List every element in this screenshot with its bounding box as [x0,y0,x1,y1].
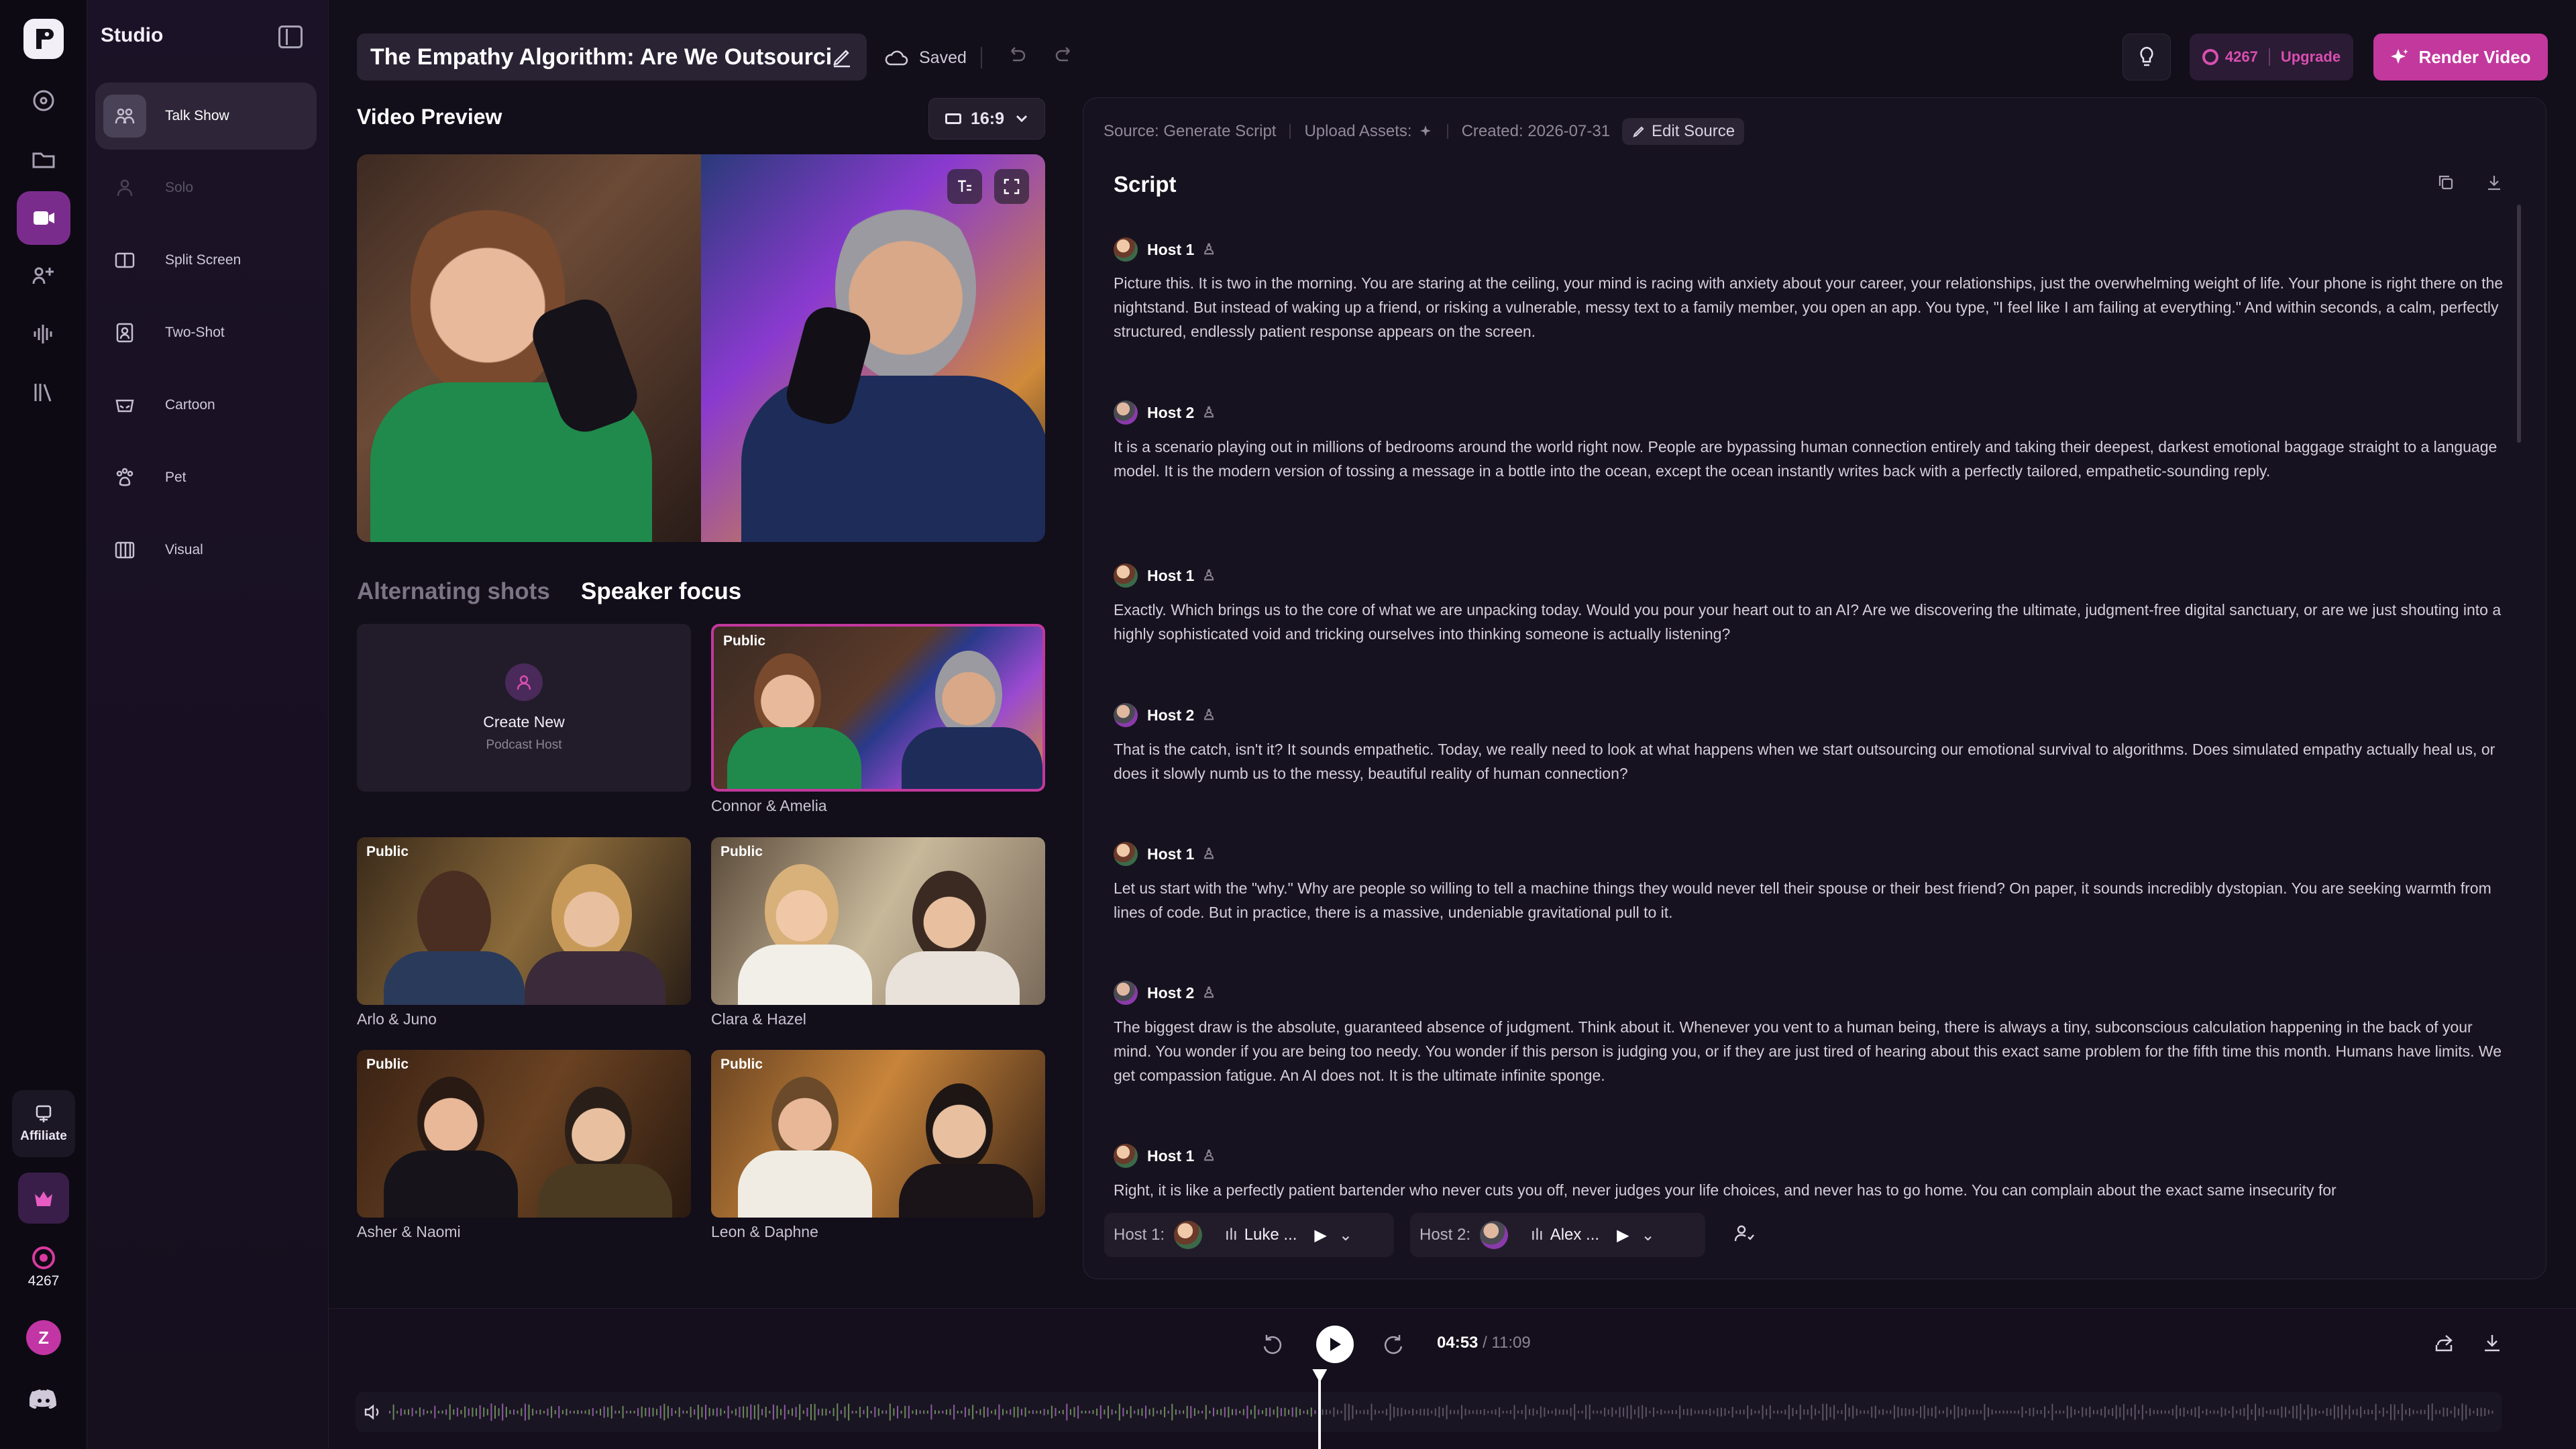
host-label: Host 2 [1147,706,1195,724]
script-paragraph[interactable]: Exactly. Which brings us to the core of … [1114,598,2509,646]
script-host-header: Host 2 ♙ [1114,400,1216,425]
host-avatar [1174,1221,1203,1249]
host-avatar [1114,703,1138,727]
current-time: 04:53 [1437,1334,1479,1352]
playhead[interactable] [1312,1369,1328,1449]
person-icon: ♙ [1202,404,1216,421]
script-body: Host 1 ♙ Picture this. It is two in the m… [0,0,2576,1213]
host1-voice-selector[interactable]: Host 1: ılı Luke ... ▶ ⌄ [1104,1213,1394,1257]
script-host-header: Host 1 ♙ [1114,237,1216,262]
host-avatar [1480,1221,1509,1249]
host-avatar [1114,564,1138,588]
script-host-header: Host 2 ♙ [1114,981,1216,1005]
script-paragraph[interactable]: Right, it is like a perfectly patient ba… [1114,1178,2509,1202]
voice-wave-icon: ılı [1225,1226,1238,1244]
host-label: Host 1 [1147,566,1195,584]
host-name: Asher & Naomi [357,1223,461,1240]
play-voice-icon[interactable]: ▶ [1314,1226,1326,1245]
host1-voice-name: Luke ... [1244,1226,1297,1244]
host2-voice-selector[interactable]: Host 2: ılı Alex ... ▶ ⌄ [1410,1213,1705,1257]
volume-icon [364,1404,379,1420]
forward-icon[interactable] [1381,1332,1406,1360]
script-paragraph[interactable]: The biggest draw is the absolute, guaran… [1114,1015,2509,1087]
person-icon: ♙ [1202,567,1216,584]
rewind-icon[interactable] [1260,1332,1285,1360]
host-label: Host 1 [1147,240,1195,258]
host-avatar [1114,400,1138,425]
chevron-down-icon[interactable]: ⌄ [1339,1226,1352,1245]
script-host-header: Host 1 ♙ [1114,564,1216,588]
script-paragraph[interactable]: Let us start with the "why." Why are peo… [1114,876,2509,924]
host2-voice-name: Alex ... [1550,1226,1600,1244]
person-icon: ♙ [1202,845,1216,862]
voice-settings-icon[interactable] [1732,1222,1756,1246]
share-icon[interactable] [2432,1332,2455,1358]
host1-label: Host 1: [1114,1226,1165,1244]
play-icon [1330,1338,1341,1351]
host-avatar [1114,237,1138,262]
host-label: Host 1 [1147,845,1195,863]
total-time: / 11:09 [1483,1334,1531,1352]
script-paragraph[interactable]: Picture this. It is two in the morning. … [1114,271,2509,343]
credits-count: 4267 [28,1273,60,1289]
script-host-header: Host 1 ♙ [1114,1144,1216,1168]
person-icon: ♙ [1202,241,1216,258]
chevron-down-icon[interactable]: ⌄ [1642,1226,1655,1245]
user-avatar[interactable]: Z [26,1320,61,1355]
host-label: Host 1 [1147,1146,1195,1165]
script-host-header: Host 2 ♙ [1114,703,1216,727]
host-name: Leon & Daphne [711,1223,818,1240]
host2-label: Host 2: [1419,1226,1471,1244]
credits-widget[interactable]: 4267 [12,1240,75,1296]
play-button[interactable] [1316,1326,1354,1363]
waveform [389,1403,2493,1421]
script-paragraph[interactable]: That is the catch, isn't it? It sounds e… [1114,737,2509,786]
host-avatar [1114,842,1138,866]
export-download-icon[interactable] [2481,1332,2504,1358]
play-voice-icon[interactable]: ▶ [1617,1226,1629,1245]
host-label: Host 2 [1147,403,1195,421]
host-label: Host 2 [1147,983,1195,1002]
script-paragraph[interactable]: It is a scenario playing out in millions… [1114,435,2509,483]
voice-wave-icon: ılı [1531,1226,1544,1244]
waveform-track[interactable] [356,1392,2502,1432]
host-avatar [1114,981,1138,1005]
time-display: 04:53 / 11:09 [1437,1334,1531,1352]
discord-icon[interactable] [29,1389,58,1410]
credit-coin-icon [32,1246,55,1269]
person-icon: ♙ [1202,1147,1216,1164]
script-host-header: Host 1 ♙ [1114,842,1216,866]
person-icon: ♙ [1202,706,1216,723]
host-avatar [1114,1144,1138,1168]
person-icon: ♙ [1202,984,1216,1001]
